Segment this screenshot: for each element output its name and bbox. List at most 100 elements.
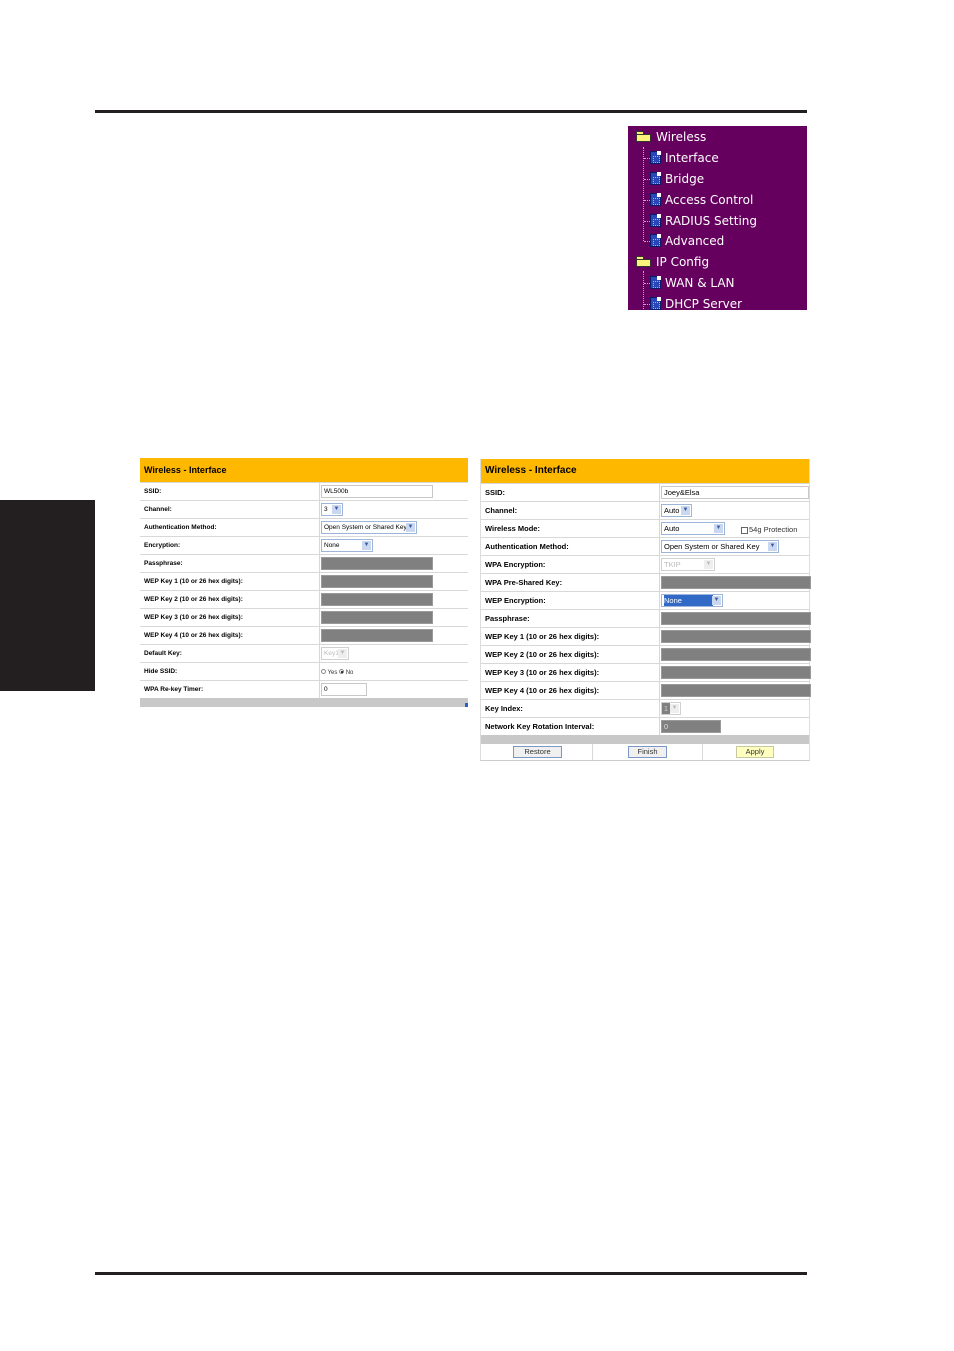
wep-key-3-input[interactable]: [661, 666, 811, 679]
field-label: WEP Key 4 (10 or 26 hex digits):: [144, 632, 243, 639]
wpa-psk-input[interactable]: [661, 576, 811, 589]
field-label: WPA Re-key Timer:: [144, 686, 204, 693]
form-row-key-index: Key Index: 1 ▼: [481, 699, 809, 717]
menu-group-label: IP Config: [656, 255, 710, 269]
chevron-down-icon: ▼: [681, 506, 690, 515]
form-row-wep-key-2: WEP Key 2 (10 or 26 hex digits):: [481, 645, 811, 663]
menu-item-label: Access Control: [665, 193, 754, 207]
key-index-select[interactable]: 1 ▼: [661, 702, 681, 715]
wep-key-2-input[interactable]: [321, 593, 433, 606]
field-label: Key Index:: [485, 704, 523, 713]
field-label: Channel:: [485, 506, 518, 515]
panel-title: Wireless - Interface: [481, 459, 809, 483]
wpa-encryption-select[interactable]: TKIP ▼: [661, 558, 715, 571]
wep-key-2-input[interactable]: [661, 648, 811, 661]
document-icon: [650, 214, 661, 227]
chevron-down-icon: ▼: [704, 560, 713, 569]
apply-button[interactable]: Apply: [736, 746, 774, 758]
field-label: WEP Encryption:: [485, 596, 546, 605]
page-top-rule: [95, 110, 807, 113]
chevron-down-icon: ▼: [712, 596, 721, 605]
chevron-down-icon: ▼: [768, 542, 777, 551]
auth-method-select[interactable]: Open System or Shared Key ▼: [661, 540, 779, 553]
form-row-key-rotation-interval: Network Key Rotation Interval: 0: [481, 717, 809, 735]
menu-item-label: DHCP Server: [665, 297, 743, 310]
field-label: SSID:: [144, 488, 162, 495]
form-row-ssid: SSID: WL500b: [140, 482, 468, 500]
auth-method-select[interactable]: Open System or Shared Key ▼: [321, 521, 417, 534]
wep-key-3-input[interactable]: [321, 611, 433, 624]
scroll-marker: [465, 703, 468, 707]
checkbox-label: 54g Protection: [749, 525, 798, 534]
field-label: Network Key Rotation Interval:: [485, 722, 595, 731]
radio-label: Yes: [327, 670, 338, 676]
key-rotation-interval-input[interactable]: 0: [661, 720, 721, 733]
field-label: WEP Key 1 (10 or 26 hex digits):: [144, 578, 243, 585]
form-row-wep-encryption: WEP Encryption: None ▼: [481, 591, 809, 609]
menu-item-label: Bridge: [665, 172, 705, 186]
form-row-hide-ssid: Hide SSID: Yes No: [140, 662, 468, 680]
field-label: Wireless Mode:: [485, 524, 540, 533]
form-row-channel: Channel: Auto ▼: [481, 501, 809, 519]
panel-title: Wireless - Interface: [140, 458, 468, 482]
chevron-down-icon: ▼: [332, 505, 341, 514]
wep-key-4-input[interactable]: [661, 684, 811, 697]
form-row-wep-key-2: WEP Key 2 (10 or 26 hex digits):: [140, 590, 468, 608]
hide-ssid-yes-radio[interactable]: [321, 669, 326, 674]
passphrase-input[interactable]: [321, 557, 433, 570]
form-row-passphrase: Passphrase:: [140, 554, 468, 572]
chevron-down-icon: ▼: [406, 523, 415, 532]
protection-54g-option: 54g Protection: [741, 524, 797, 537]
ssid-input[interactable]: Joey&Elsa: [661, 486, 809, 499]
menu-item-label: RADIUS Setting: [665, 214, 758, 228]
wireless-mode-select[interactable]: Auto ▼: [661, 522, 725, 535]
folder-open-icon: [636, 256, 651, 267]
field-label: Authentication Method:: [144, 524, 217, 531]
hide-ssid-no-radio[interactable]: [339, 669, 345, 674]
field-label: WEP Key 3 (10 or 26 hex digits):: [485, 668, 600, 677]
form-row-wpa-psk: WPA Pre-Shared Key:: [481, 573, 811, 591]
form-row-wpa-encryption: WPA Encryption: TKIP ▼: [481, 555, 809, 573]
encryption-select[interactable]: None ▼: [321, 539, 373, 552]
chevron-down-icon: ▼: [362, 541, 371, 550]
radio-label: No: [345, 670, 354, 676]
field-label: Encryption:: [144, 542, 181, 549]
menu-item-label: Advanced: [665, 234, 725, 248]
form-row-wireless-mode: Wireless Mode: Auto ▼ 54g Protection: [481, 519, 809, 537]
field-label: WEP Key 2 (10 or 26 hex digits):: [144, 596, 243, 603]
form-row-wep-key-1: WEP Key 1 (10 or 26 hex digits):: [481, 627, 811, 645]
chevron-down-icon: ▼: [714, 524, 723, 533]
folder-open-icon: [636, 131, 651, 142]
form-row-wep-key-4: WEP Key 4 (10 or 26 hex digits):: [481, 681, 811, 699]
field-label: WPA Encryption:: [485, 560, 546, 569]
field-label: WEP Key 3 (10 or 26 hex digits):: [144, 614, 243, 621]
field-label: WEP Key 2 (10 or 26 hex digits):: [485, 650, 600, 659]
form-row-default-key: Default Key: Key1 ▼: [140, 644, 468, 662]
protection-54g-checkbox[interactable]: [741, 526, 748, 534]
wpa-rekey-timer-input[interactable]: 0: [321, 683, 367, 696]
wep-key-1-input[interactable]: [321, 575, 433, 588]
page-bottom-rule: [95, 1272, 807, 1275]
ssid-input[interactable]: WL500b: [321, 485, 433, 498]
form-row-wep-key-1: WEP Key 1 (10 or 26 hex digits):: [140, 572, 468, 590]
passphrase-input[interactable]: [661, 612, 811, 625]
form-row-wep-key-3: WEP Key 3 (10 or 26 hex digits):: [140, 608, 468, 626]
form-row-auth-method: Authentication Method: Open System or Sh…: [140, 518, 468, 536]
form-row-channel: Channel: 3 ▼: [140, 500, 468, 518]
restore-button[interactable]: Restore: [513, 746, 562, 758]
form-row-wep-key-3: WEP Key 3 (10 or 26 hex digits):: [481, 663, 811, 681]
chevron-down-icon: ▼: [338, 649, 347, 658]
finish-button[interactable]: Finish: [628, 746, 667, 758]
wep-key-1-input[interactable]: [661, 630, 811, 643]
channel-select[interactable]: Auto ▼: [661, 504, 692, 517]
field-label: SSID:: [485, 488, 506, 497]
channel-select[interactable]: 3 ▼: [321, 503, 343, 516]
default-key-select[interactable]: Key1 ▼: [321, 647, 349, 660]
menu-group-label: Wireless: [656, 130, 707, 144]
panel-footer-bar: [140, 698, 468, 707]
form-row-passphrase: Passphrase:: [481, 609, 811, 627]
field-label: Channel:: [144, 506, 172, 513]
wep-encryption-select[interactable]: None ▼: [661, 594, 723, 607]
wep-key-4-input[interactable]: [321, 629, 433, 642]
document-icon: [650, 234, 661, 247]
